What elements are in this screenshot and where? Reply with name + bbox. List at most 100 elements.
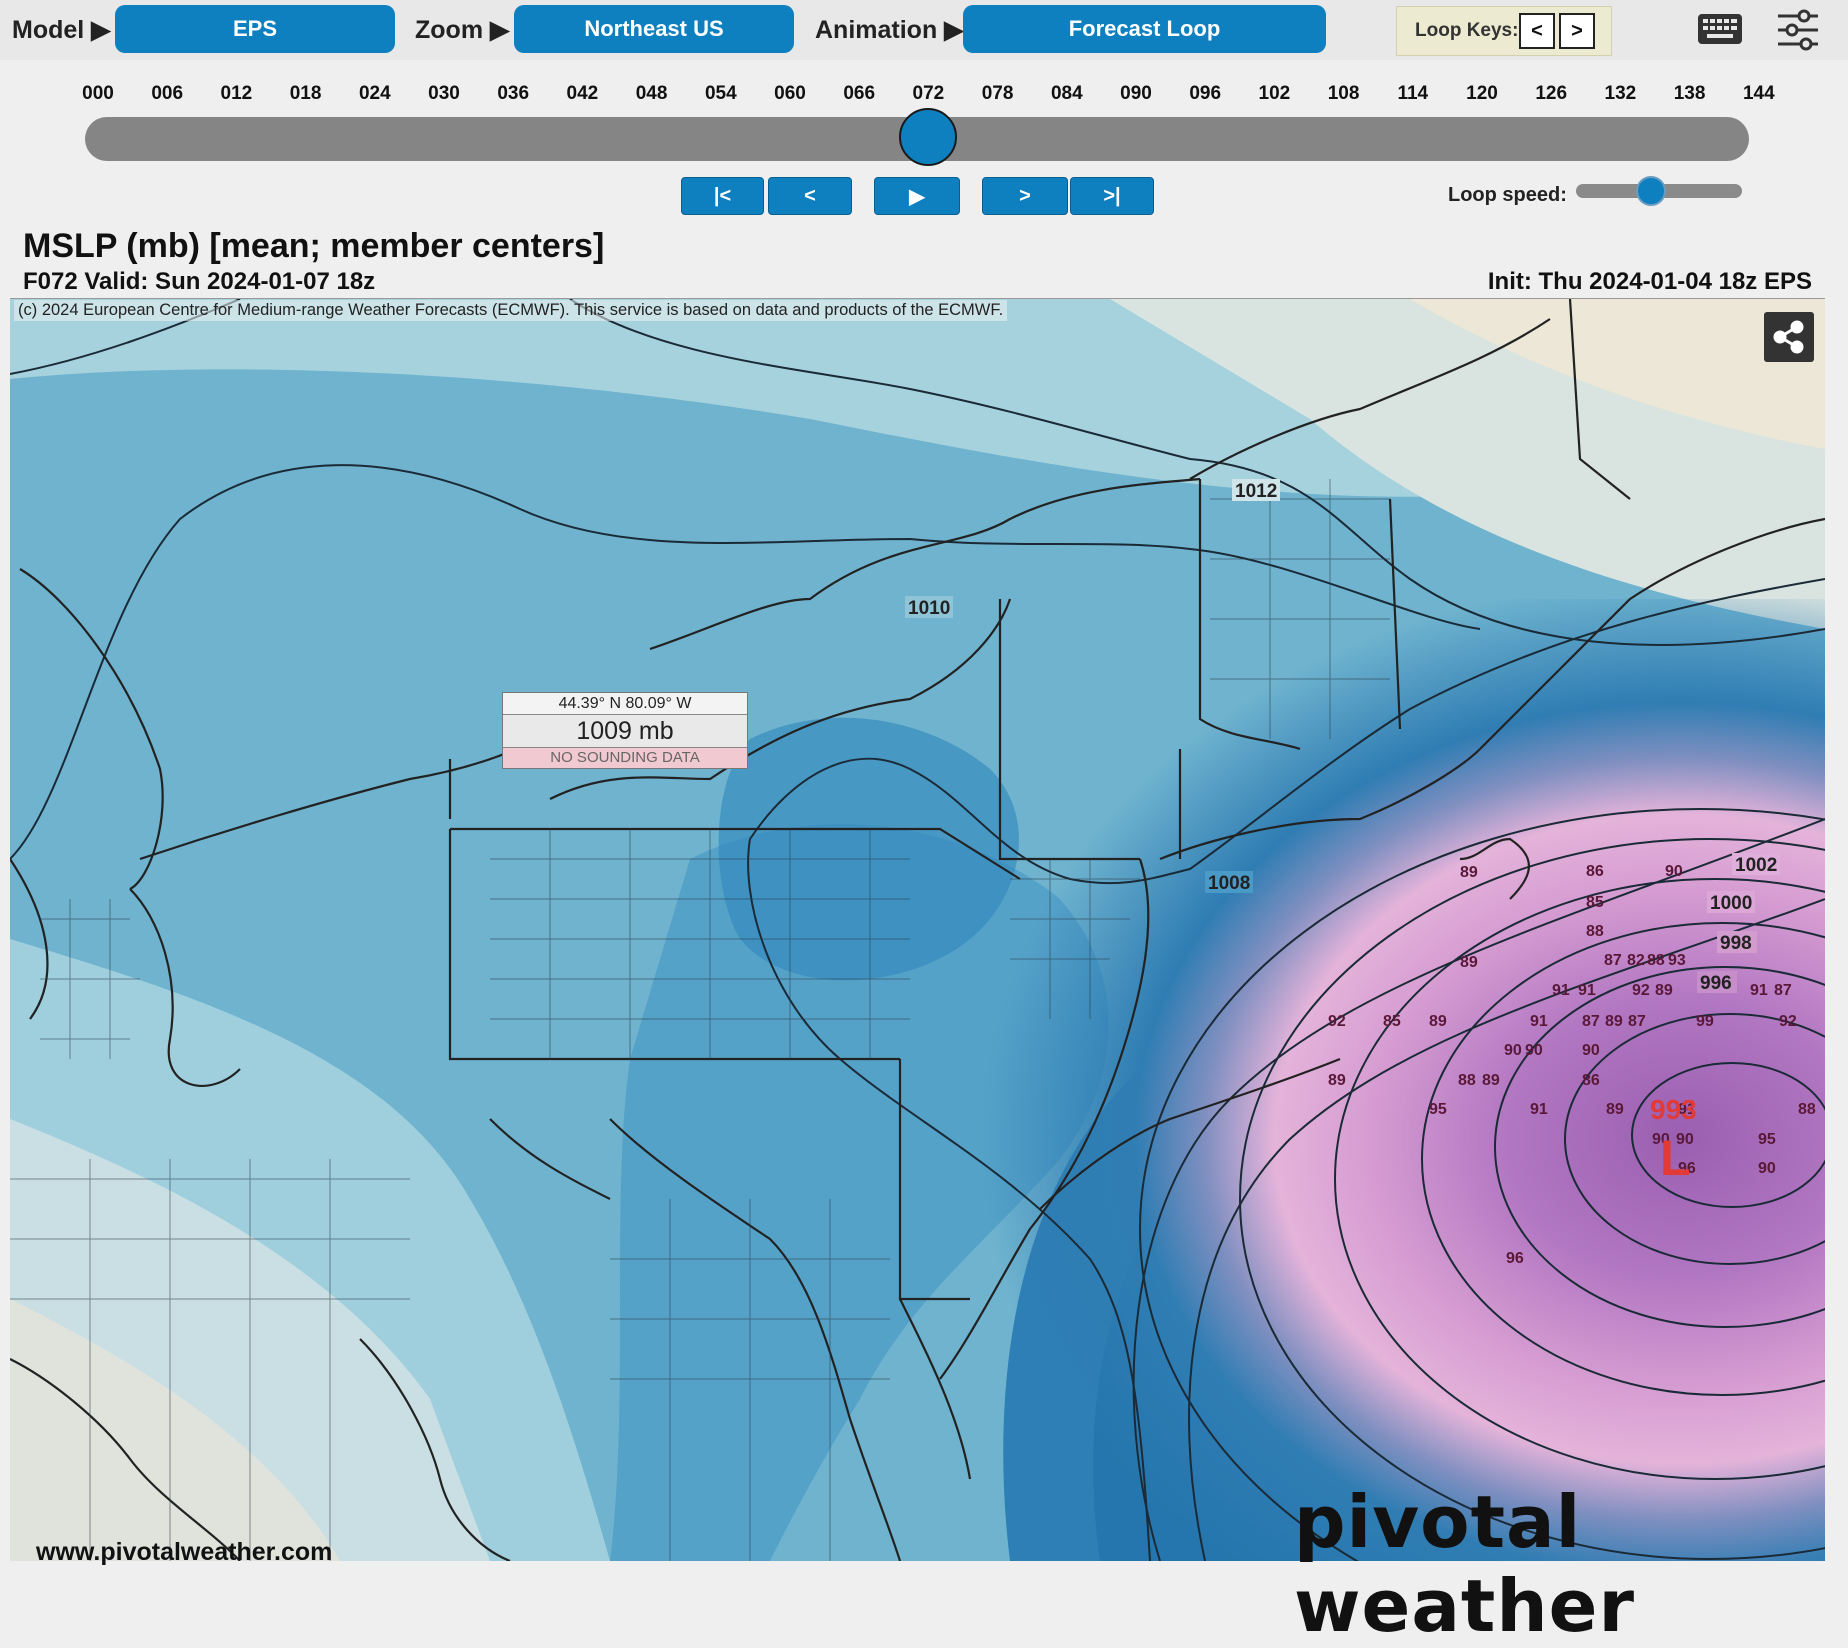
forecast-hour-tick[interactable]: 126 xyxy=(1526,83,1576,105)
point-readout-popup: 44.39° N 80.09° W 1009 mb NO SOUNDING DA… xyxy=(502,692,748,769)
site-url: www.pivotalweather.com xyxy=(36,1538,333,1566)
member-center-label: 89 xyxy=(1605,1013,1623,1030)
product-title: MSLP (mb) [mean; member centers] xyxy=(23,227,605,265)
valid-time: F072 Valid: Sun 2024-01-07 18z xyxy=(23,268,376,295)
loop-key-prev-button[interactable]: < xyxy=(1519,13,1555,49)
member-center-label: 82 xyxy=(1627,952,1645,969)
member-center-label: 91 xyxy=(1530,1013,1548,1030)
member-center-label: 86 xyxy=(1582,1072,1600,1089)
member-center-label: 90 xyxy=(1582,1042,1600,1059)
member-center-label: 90 xyxy=(1504,1042,1522,1059)
member-center-label: 89 xyxy=(1482,1072,1500,1089)
forecast-hour-tick[interactable]: 006 xyxy=(142,83,192,105)
forecast-hour-tick[interactable]: 030 xyxy=(419,83,469,105)
member-center-label: 89 xyxy=(1429,1013,1447,1030)
share-icon[interactable] xyxy=(1764,312,1814,362)
forecast-hour-tick[interactable]: 054 xyxy=(696,83,746,105)
member-center-label: 92 xyxy=(1328,1013,1346,1030)
first-frame-button[interactable]: |< xyxy=(681,177,764,215)
forecast-hour-tick[interactable]: 018 xyxy=(281,83,331,105)
member-center-label: 91 xyxy=(1578,982,1596,999)
loop-keys-panel: Loop Keys: < > xyxy=(1396,6,1612,56)
member-center-label: 87 xyxy=(1628,1013,1646,1030)
forecast-hour-tick[interactable]: 108 xyxy=(1319,83,1369,105)
member-center-label: 91 xyxy=(1750,982,1768,999)
isobar-label: 1000 xyxy=(1710,893,1752,914)
isobar-label: 998 xyxy=(1720,933,1752,954)
member-center-label: 96 xyxy=(1506,1250,1524,1267)
loop-speed-slider-thumb[interactable] xyxy=(1635,176,1666,206)
member-center-label: 88 xyxy=(1458,1072,1476,1089)
member-center-label: 88 xyxy=(1647,952,1665,969)
forecast-hour-tick[interactable]: 066 xyxy=(834,83,884,105)
zoom-select-button[interactable]: Northeast US xyxy=(514,5,794,53)
forecast-hour-tick[interactable]: 138 xyxy=(1665,83,1715,105)
forecast-hour-tick[interactable]: 120 xyxy=(1457,83,1507,105)
member-center-label: 88 xyxy=(1586,923,1604,940)
sliders-icon[interactable] xyxy=(1776,8,1820,52)
member-center-label: 91 xyxy=(1552,982,1570,999)
loop-speed-label: Loop speed: xyxy=(1448,184,1567,206)
member-center-label: 95 xyxy=(1429,1101,1447,1118)
low-center-value: 993 xyxy=(1650,1094,1697,1125)
member-center-label: 87 xyxy=(1604,952,1622,969)
keyboard-icon[interactable] xyxy=(1697,13,1743,45)
forecast-hour-tick[interactable]: 090 xyxy=(1111,83,1161,105)
member-center-label: 91 xyxy=(1530,1101,1548,1118)
forecast-hour-tick[interactable]: 114 xyxy=(1388,83,1438,105)
forecast-hour-tick[interactable]: 036 xyxy=(488,83,538,105)
previous-frame-button[interactable]: < xyxy=(768,177,852,215)
forecast-hour-tick[interactable]: 072 xyxy=(903,83,953,105)
animation-select-button[interactable]: Forecast Loop xyxy=(963,5,1326,53)
popup-pressure-value: 1009 mb xyxy=(503,715,747,748)
member-center-label: 89 xyxy=(1460,864,1478,881)
low-center-symbol: L xyxy=(1660,1130,1691,1186)
forecast-hour-tick[interactable]: 048 xyxy=(627,83,677,105)
animation-label: Animation ▶ xyxy=(815,16,964,44)
model-label: Model ▶ xyxy=(12,16,111,44)
loop-key-next-button[interactable]: > xyxy=(1559,13,1595,49)
forecast-hour-tick[interactable]: 132 xyxy=(1595,83,1645,105)
member-center-label: 90 xyxy=(1525,1042,1543,1059)
zoom-label: Zoom ▶ xyxy=(415,16,510,44)
forecast-hour-tick[interactable]: 042 xyxy=(557,83,607,105)
member-center-label: 92 xyxy=(1632,982,1650,999)
next-frame-button[interactable]: > xyxy=(982,177,1068,215)
forecast-hour-tick[interactable]: 078 xyxy=(973,83,1023,105)
forecast-hour-tick[interactable]: 084 xyxy=(1042,83,1092,105)
pivotal-weather-watermark: pivotal weather xyxy=(1294,1480,1635,1648)
forecast-hour-slider-thumb[interactable] xyxy=(899,108,958,166)
member-center-label: 89 xyxy=(1606,1101,1624,1118)
top-toolbar: Model ▶ EPS Zoom ▶ Northeast US Animatio… xyxy=(0,0,1848,60)
play-button[interactable]: ▶ xyxy=(874,177,960,215)
forecast-hour-tick[interactable]: 102 xyxy=(1249,83,1299,105)
member-center-label: 99 xyxy=(1696,1013,1714,1030)
isobar-label: 1012 xyxy=(1235,481,1277,502)
forecast-hour-tick[interactable]: 060 xyxy=(765,83,815,105)
member-center-label: 95 xyxy=(1758,1131,1776,1148)
member-center-label: 93 xyxy=(1668,952,1686,969)
last-frame-button[interactable]: >| xyxy=(1070,177,1154,215)
forecast-hour-tick[interactable]: 000 xyxy=(73,83,123,105)
member-center-label: 85 xyxy=(1586,894,1604,911)
isobar-label: 996 xyxy=(1700,973,1732,994)
member-center-label: 88 xyxy=(1798,1101,1816,1118)
member-center-label: 87 xyxy=(1774,982,1792,999)
member-center-label: 89 xyxy=(1328,1072,1346,1089)
popup-coordinates: 44.39° N 80.09° W xyxy=(503,693,747,715)
isobar-label: 1010 xyxy=(908,598,950,619)
forecast-hour-tick[interactable]: 024 xyxy=(350,83,400,105)
member-center-label: 89 xyxy=(1460,954,1478,971)
copyright-notice: (c) 2024 European Centre for Medium-rang… xyxy=(14,300,1008,321)
forecast-hour-tick[interactable]: 144 xyxy=(1734,83,1784,105)
model-select-button[interactable]: EPS xyxy=(115,5,395,53)
forecast-hour-tick[interactable]: 096 xyxy=(1180,83,1230,105)
member-center-label: 87 xyxy=(1582,1013,1600,1030)
popup-sounding-note: NO SOUNDING DATA xyxy=(503,748,747,768)
loop-keys-label: Loop Keys: xyxy=(1415,20,1519,41)
member-center-label: 85 xyxy=(1383,1013,1401,1030)
member-center-label: 90 xyxy=(1758,1160,1776,1177)
forecast-map[interactable]: 1012 1010 1008 1002 1000 998 996 89 86 90 8… xyxy=(10,298,1825,1561)
forecast-hour-tick[interactable]: 012 xyxy=(211,83,261,105)
isobar-label: 1008 xyxy=(1208,873,1250,894)
